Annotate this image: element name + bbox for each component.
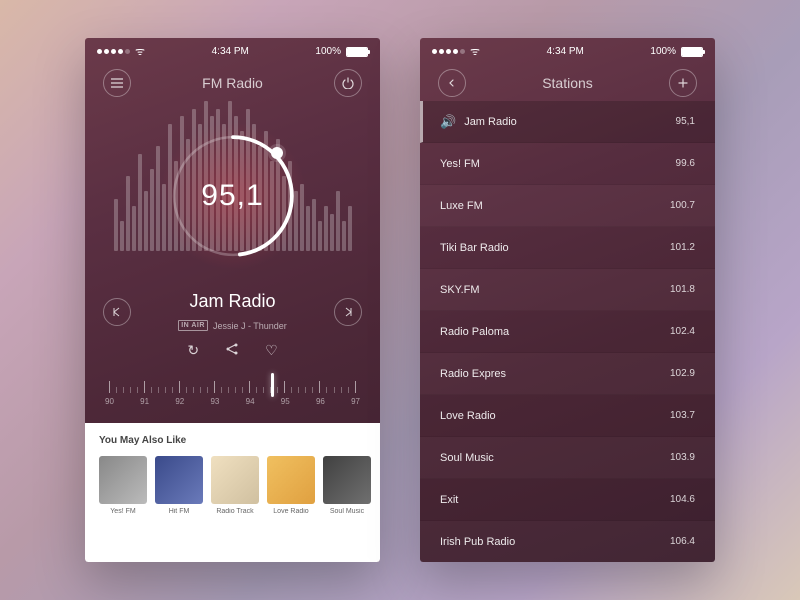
status-bar: ᯤ 4:34 PM 100%	[85, 38, 380, 61]
station-frequency: 101.2	[670, 242, 695, 253]
stations-list-screen: ᯤ 4:34 PM 100% Stations 🔊 Jam Radio 95,1 Ye…	[420, 38, 715, 562]
repeat-button[interactable]: ↻	[187, 342, 199, 359]
wifi-icon: ᯤ	[135, 44, 145, 59]
station-frequency: 95,1	[676, 116, 695, 127]
scale-label: 93	[210, 397, 219, 406]
station-frequency: 103.7	[670, 410, 695, 421]
navbar: FM Radio	[85, 61, 380, 101]
suggestion-label: Love Radio	[267, 508, 315, 515]
station-name: Love Radio	[440, 410, 496, 422]
scale-label: 95	[281, 397, 290, 406]
next-station-button[interactable]	[334, 298, 362, 326]
station-name: Radio Expres	[440, 368, 506, 380]
track-info: Jessie J - Thunder	[213, 321, 287, 331]
station-thumbnail	[99, 456, 147, 504]
station-row[interactable]: Love Radio 103.7	[420, 395, 715, 437]
screen-title: FM Radio	[202, 75, 263, 91]
scale-needle[interactable]	[271, 373, 274, 397]
scale-label: 91	[140, 397, 149, 406]
menu-button[interactable]	[103, 69, 131, 97]
suggestion-card[interactable]: Love Radio	[267, 456, 315, 515]
suggestions-panel: You May Also Like Yes! FM Hit FM Radio Tra…	[85, 423, 380, 562]
station-frequency: 101.8	[670, 284, 695, 295]
station-name: Yes! FM	[440, 158, 480, 170]
battery-percent: 100%	[315, 46, 341, 57]
battery-percent: 100%	[650, 46, 676, 57]
station-thumbnail	[211, 456, 259, 504]
suggestion-card[interactable]: Yes! FM	[99, 456, 147, 515]
navbar: Stations	[420, 61, 715, 101]
station-name: Jam Radio	[131, 291, 334, 312]
now-playing: Jam Radio IN AIR Jessie J - Thunder ↻ ♡	[85, 291, 380, 359]
scale-label: 90	[105, 397, 114, 406]
screen-title: Stations	[542, 75, 593, 91]
station-row[interactable]: Yes! FM 99.6	[420, 143, 715, 185]
radio-player-screen: ᯤ 4:34 PM 100% FM Radio 95,1 Jam Radio	[85, 38, 380, 562]
station-name: Luxe FM	[440, 200, 483, 212]
station-name: Soul Music	[440, 452, 494, 464]
signal-dots-icon	[97, 49, 130, 54]
scale-label: 96	[316, 397, 325, 406]
suggestions-title: You May Also Like	[99, 435, 366, 446]
scale-label: 94	[246, 397, 255, 406]
scale-label: 97	[351, 397, 360, 406]
station-name: Radio Paloma	[440, 326, 509, 338]
battery-icon	[681, 47, 703, 57]
clock: 4:34 PM	[212, 46, 249, 57]
station-row[interactable]: SKY.FM 101.8	[420, 269, 715, 311]
station-frequency: 104.6	[670, 494, 695, 505]
station-name: SKY.FM	[440, 284, 480, 296]
station-row[interactable]: Irish Pub Radio 106.4	[420, 521, 715, 562]
favorite-button[interactable]: ♡	[265, 342, 278, 359]
scale-label: 92	[175, 397, 184, 406]
suggestion-label: Hit FM	[155, 508, 203, 515]
back-button[interactable]	[438, 69, 466, 97]
add-station-button[interactable]	[669, 69, 697, 97]
station-row[interactable]: 🔊 Jam Radio 95,1	[420, 101, 715, 143]
station-list: 🔊 Jam Radio 95,1 Yes! FM 99.6 Luxe FM 100.7 Tik…	[420, 101, 715, 562]
station-name: Exit	[440, 494, 458, 506]
wifi-icon: ᯤ	[470, 44, 480, 59]
suggestion-label: Radio Track	[211, 508, 259, 515]
station-row[interactable]: Radio Paloma 102.4	[420, 311, 715, 353]
suggestion-card[interactable]: Hit FM	[155, 456, 203, 515]
station-frequency: 100.7	[670, 200, 695, 211]
tuner-dial-area: 95,1	[85, 101, 380, 291]
station-frequency: 103.9	[670, 452, 695, 463]
station-row[interactable]: Tiki Bar Radio 101.2	[420, 227, 715, 269]
station-frequency: 102.9	[670, 368, 695, 379]
share-button[interactable]	[225, 342, 239, 359]
station-row[interactable]: Luxe FM 100.7	[420, 185, 715, 227]
frequency-display: 95,1	[169, 132, 297, 260]
suggestion-label: Yes! FM	[99, 508, 147, 515]
speaker-icon: 🔊	[440, 114, 456, 130]
station-name: Tiki Bar Radio	[440, 242, 509, 254]
tuning-dial[interactable]: 95,1	[169, 132, 297, 260]
station-name: Jam Radio	[464, 116, 517, 128]
station-frequency: 106.4	[670, 536, 695, 547]
power-button[interactable]	[334, 69, 362, 97]
station-row[interactable]: Exit 104.6	[420, 479, 715, 521]
signal-dots-icon	[432, 49, 465, 54]
station-frequency: 102.4	[670, 326, 695, 337]
suggestion-card[interactable]: Radio Track	[211, 456, 259, 515]
station-thumbnail	[323, 456, 371, 504]
suggestion-label: Soul Music	[323, 508, 371, 515]
station-row[interactable]: Soul Music 103.9	[420, 437, 715, 479]
frequency-scale[interactable]: 90 91 92 93 94 95 96 97	[85, 375, 380, 419]
station-thumbnail	[267, 456, 315, 504]
in-air-badge: IN AIR	[178, 320, 208, 331]
battery-icon	[346, 47, 368, 57]
status-bar: ᯤ 4:34 PM 100%	[420, 38, 715, 61]
prev-station-button[interactable]	[103, 298, 131, 326]
station-thumbnail	[155, 456, 203, 504]
suggestion-card[interactable]: Soul Music	[323, 456, 371, 515]
clock: 4:34 PM	[547, 46, 584, 57]
station-name: Irish Pub Radio	[440, 536, 515, 548]
station-frequency: 99.6	[676, 158, 695, 169]
station-row[interactable]: Radio Expres 102.9	[420, 353, 715, 395]
